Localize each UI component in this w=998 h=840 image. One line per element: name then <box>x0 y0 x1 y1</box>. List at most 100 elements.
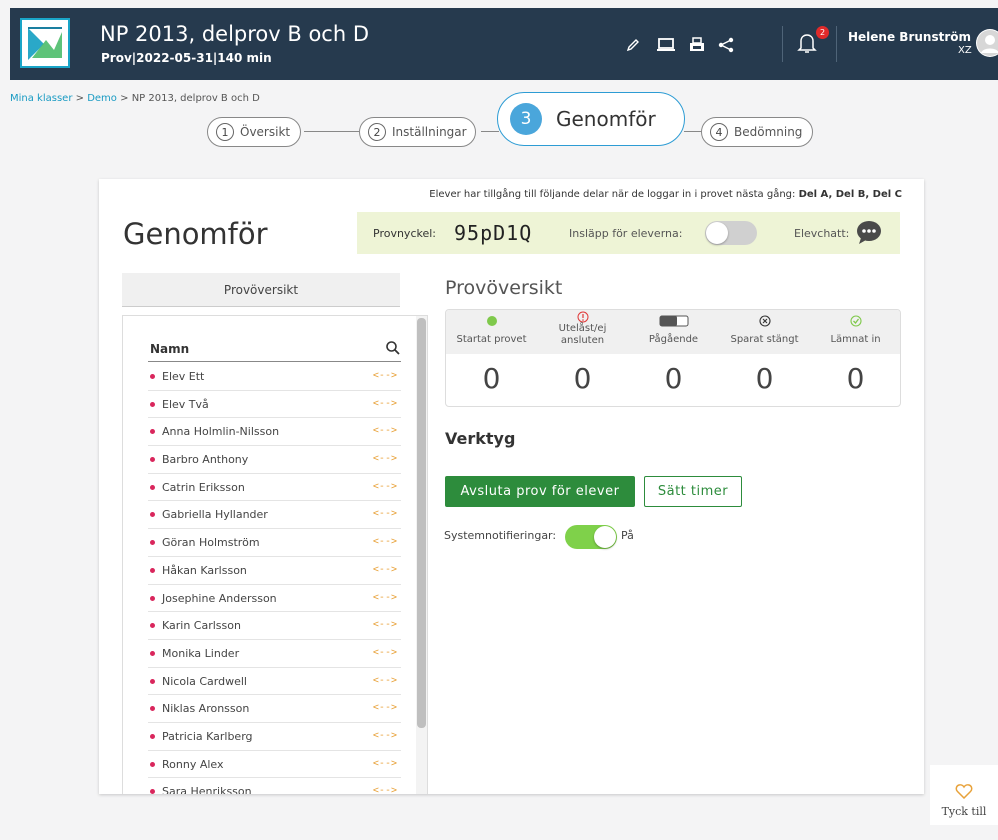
top-header: NP 2013, delprov B och D Prov|2022-05-31… <box>10 8 998 80</box>
student-access-toggle[interactable] <box>705 221 757 245</box>
chat-bubble-icon[interactable] <box>854 218 884 246</box>
toggle-knob <box>594 526 616 548</box>
student-list-header: Namn <box>148 340 401 362</box>
step-number: 3 <box>510 103 542 135</box>
student-action-icon[interactable]: <--> <box>373 730 397 741</box>
status-dot-icon <box>150 567 155 573</box>
breadcrumb-link-demo[interactable]: Demo <box>87 93 117 104</box>
student-name: Nicola Cardwell <box>162 674 247 688</box>
overview-title: Provöversikt <box>445 277 563 299</box>
student-action-icon[interactable]: <--> <box>373 785 397 794</box>
breadcrumb-current: NP 2013, delprov B och D <box>131 93 260 104</box>
breadcrumb-separator: > <box>75 93 85 104</box>
status-dot-icon <box>150 429 155 435</box>
scrollbar-thumb[interactable] <box>417 318 426 728</box>
table-row[interactable]: Elev Ett <--> <box>148 363 401 391</box>
step-assessment[interactable]: 4 Bedömning <box>701 117 814 147</box>
table-row[interactable]: Gabriella Hyllander <--> <box>148 501 401 530</box>
table-row[interactable]: Catrin Eriksson <--> <box>148 474 401 502</box>
step-label: Översikt <box>240 125 291 139</box>
student-rows: Elev Ett <--> Elev Två <--> Anna Holmlin-Nil… <box>148 363 401 794</box>
column-header-name[interactable]: Namn <box>150 342 189 356</box>
table-row[interactable]: Håkan Karlsson <--> <box>148 557 401 585</box>
student-action-icon[interactable]: <--> <box>373 675 397 686</box>
table-row[interactable]: Barbro Anthony <--> <box>148 446 401 474</box>
student-name: Ronny Alex <box>162 757 224 771</box>
closed-circle-icon <box>719 315 810 329</box>
overview-value: 0 <box>482 362 501 395</box>
table-row[interactable]: Göran Holmström <--> <box>148 529 401 557</box>
status-dot-icon <box>150 761 155 767</box>
overview-value: 0 <box>573 362 592 395</box>
student-action-icon[interactable]: <--> <box>373 425 397 436</box>
table-row[interactable]: Ronny Alex <--> <box>148 751 401 779</box>
student-name: Gabriella Hyllander <box>162 508 268 522</box>
print-icon[interactable] <box>686 34 708 56</box>
feedback-button[interactable]: Tyck till <box>930 765 998 825</box>
tab-exam-overview[interactable]: Provöversikt <box>122 273 400 307</box>
table-row[interactable]: Anna Holmlin-Nilsson <--> <box>148 418 401 447</box>
table-row[interactable]: Nicola Cardwell <--> <box>148 668 401 696</box>
set-timer-button[interactable]: Sätt timer <box>644 476 742 507</box>
overview-label: Utelåst/ej ansluten <box>558 323 607 346</box>
page-title: NP 2013, delprov B och D <box>100 22 370 46</box>
student-name: Göran Holmström <box>162 536 260 550</box>
overview-submitted: Lämnat in 0 <box>810 310 900 406</box>
table-row[interactable]: Monika Linder <--> <box>148 640 401 668</box>
student-name: Patricia Karlberg <box>162 729 253 743</box>
overview-label: Lämnat in <box>830 334 881 345</box>
status-dot-icon <box>150 512 155 518</box>
student-action-icon[interactable]: <--> <box>373 592 397 603</box>
user-initials: XZ <box>958 45 972 56</box>
system-notifications-toggle[interactable] <box>565 525 617 549</box>
system-notifications-state: På <box>621 529 634 542</box>
step-label: Bedömning <box>734 125 803 139</box>
table-row[interactable]: Sara Henriksson <--> <box>148 778 401 794</box>
table-row[interactable]: Niklas Aronsson <--> <box>148 695 401 723</box>
student-action-icon[interactable]: <--> <box>373 647 397 658</box>
step-number: 1 <box>216 123 234 141</box>
student-action-icon[interactable]: <--> <box>373 536 397 547</box>
user-name[interactable]: Helene Brunström <box>848 30 971 44</box>
breadcrumb-link-classes[interactable]: Mina klasser <box>10 93 72 104</box>
bell-icon[interactable] <box>796 32 818 54</box>
main-card: Elever har tillgång till följande delar … <box>99 179 924 794</box>
status-dot-icon <box>150 789 155 794</box>
pencil-icon[interactable] <box>622 34 644 56</box>
page-subtitle: Prov|2022-05-31|140 min <box>101 51 272 65</box>
table-row[interactable]: Patricia Karlberg <--> <box>148 723 401 751</box>
student-action-icon[interactable]: <--> <box>373 453 397 464</box>
step-overview[interactable]: 1 Översikt <box>207 117 302 147</box>
table-row[interactable]: Elev Två <--> <box>148 391 401 419</box>
student-action-icon[interactable]: <--> <box>373 398 397 409</box>
status-dot-icon <box>150 678 155 684</box>
app-logo[interactable] <box>20 18 70 68</box>
status-dot-icon <box>150 733 155 739</box>
table-row[interactable]: Josephine Andersson <--> <box>148 585 401 613</box>
end-exam-button[interactable]: Avsluta prov för elever <box>445 476 635 507</box>
status-dot-icon <box>150 623 155 629</box>
student-action-icon[interactable]: <--> <box>373 370 397 381</box>
student-action-icon[interactable]: <--> <box>373 481 397 492</box>
exam-key-bar: Provnyckel: 95pD1Q Insläpp för eleverna:… <box>357 212 900 254</box>
step-settings[interactable]: 2 Inställningar <box>359 117 476 147</box>
overview-table: Startat provet 0 Utelåst/ej ansluten 0 P… <box>445 309 901 407</box>
avatar-icon[interactable] <box>976 29 998 57</box>
student-action-icon[interactable]: <--> <box>373 702 397 713</box>
student-action-icon[interactable]: <--> <box>373 508 397 519</box>
student-name: Monika Linder <box>162 646 240 660</box>
student-action-icon[interactable]: <--> <box>373 619 397 630</box>
search-icon[interactable] <box>385 340 401 360</box>
student-action-icon[interactable]: <--> <box>373 564 397 575</box>
exam-key-value: 95pD1Q <box>454 221 533 245</box>
step-conduct[interactable]: 3 Genomför <box>497 92 685 146</box>
status-dot-icon <box>150 540 155 546</box>
stepper-connector <box>481 131 499 132</box>
table-row[interactable]: Karin Carlsson <--> <box>148 612 401 640</box>
access-note-parts: Del A, Del B, Del C <box>798 189 902 200</box>
laptop-icon[interactable] <box>655 34 677 56</box>
overview-locked-out: Utelåst/ej ansluten 0 <box>537 310 628 406</box>
overview-saved-closed: Sparat stängt 0 <box>719 310 810 406</box>
share-icon[interactable] <box>715 34 737 56</box>
student-action-icon[interactable]: <--> <box>373 758 397 769</box>
